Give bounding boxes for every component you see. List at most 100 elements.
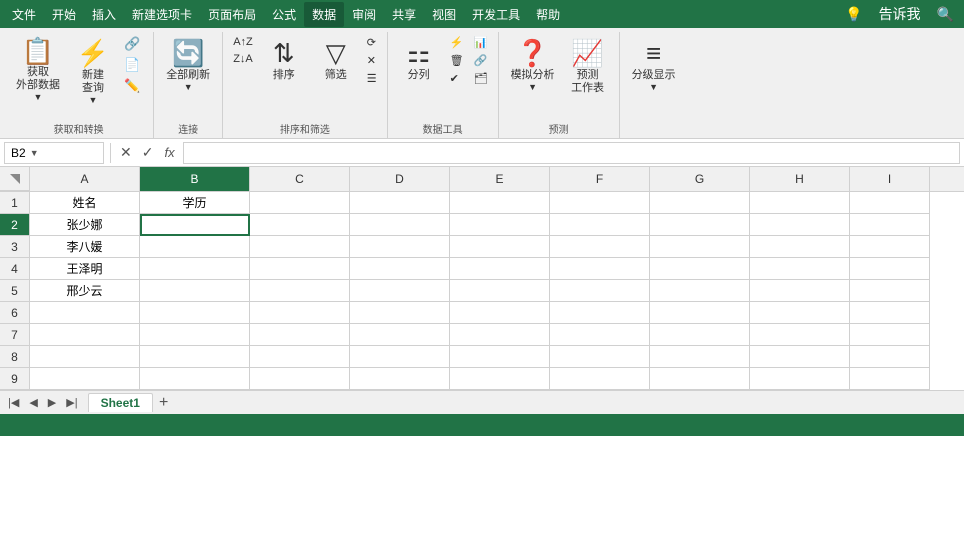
connections-button[interactable]: 🔗 bbox=[120, 34, 147, 54]
row-header-1[interactable]: 1 bbox=[0, 192, 30, 214]
cell-H4[interactable] bbox=[750, 258, 850, 280]
formula-confirm-icon[interactable]: ✓ bbox=[139, 144, 157, 161]
col-header-e[interactable]: E bbox=[450, 167, 550, 191]
cell-I5[interactable] bbox=[850, 280, 930, 302]
cell-E3[interactable] bbox=[450, 236, 550, 258]
cell-G7[interactable] bbox=[650, 324, 750, 346]
cell-I4[interactable] bbox=[850, 258, 930, 280]
menu-item-file[interactable]: 文件 bbox=[4, 2, 44, 27]
cell-B5[interactable] bbox=[140, 280, 250, 302]
menu-item-insert[interactable]: 插入 bbox=[84, 2, 124, 27]
menu-item-newtab[interactable]: 新建选项卡 bbox=[124, 2, 200, 27]
flashfill-button[interactable]: ⚡ bbox=[446, 34, 468, 51]
cell-A6[interactable] bbox=[30, 302, 140, 324]
cell-A2[interactable]: 张少娜 bbox=[30, 214, 140, 236]
menu-item-pagelayout[interactable]: 页面布局 bbox=[200, 2, 264, 27]
cell-D7[interactable] bbox=[350, 324, 450, 346]
cell-E9[interactable] bbox=[450, 368, 550, 390]
cell-E4[interactable] bbox=[450, 258, 550, 280]
relationships-button[interactable]: 🔗 bbox=[470, 52, 492, 69]
cell-A3[interactable]: 李八媛 bbox=[30, 236, 140, 258]
search-icon[interactable]: 🔍 bbox=[931, 4, 960, 25]
remove-dup-button[interactable]: 🗑 bbox=[446, 52, 468, 69]
cell-H5[interactable] bbox=[750, 280, 850, 302]
sort-za-button[interactable]: Z↓A bbox=[229, 51, 257, 67]
cell-I3[interactable] bbox=[850, 236, 930, 258]
tell-me-label[interactable]: 告诉我 bbox=[873, 2, 927, 26]
cell-D2[interactable] bbox=[350, 214, 450, 236]
cell-C7[interactable] bbox=[250, 324, 350, 346]
cell-G5[interactable] bbox=[650, 280, 750, 302]
row-header-6[interactable]: 6 bbox=[0, 302, 30, 324]
cell-I2[interactable] bbox=[850, 214, 930, 236]
new-query-button[interactable]: ⚡ 新建查询 ▼ bbox=[68, 34, 118, 109]
cell-F1[interactable] bbox=[550, 192, 650, 214]
cell-C2[interactable] bbox=[250, 214, 350, 236]
cell-E6[interactable] bbox=[450, 302, 550, 324]
col-header-a[interactable]: A bbox=[30, 167, 140, 191]
cell-D9[interactable] bbox=[350, 368, 450, 390]
cell-G4[interactable] bbox=[650, 258, 750, 280]
refresh-all-button[interactable]: 🔄 全部刷新 ▼ bbox=[160, 34, 216, 96]
cell-I1[interactable] bbox=[850, 192, 930, 214]
cell-E2[interactable] bbox=[450, 214, 550, 236]
filter-button[interactable]: ▽ 筛选 bbox=[311, 34, 361, 86]
cell-H6[interactable] bbox=[750, 302, 850, 324]
cell-D8[interactable] bbox=[350, 346, 450, 368]
get-external-data-button[interactable]: 📋 获取外部数据 ▼ bbox=[10, 34, 66, 106]
col-header-b[interactable]: B bbox=[140, 167, 250, 191]
sheet-nav-first-button[interactable]: |◀ bbox=[4, 394, 23, 411]
menu-item-devtools[interactable]: 开发工具 bbox=[464, 2, 528, 27]
cell-E1[interactable] bbox=[450, 192, 550, 214]
cell-A8[interactable] bbox=[30, 346, 140, 368]
cell-H9[interactable] bbox=[750, 368, 850, 390]
cell-C4[interactable] bbox=[250, 258, 350, 280]
row-header-9[interactable]: 9 bbox=[0, 368, 30, 390]
menu-item-help[interactable]: 帮助 bbox=[528, 2, 568, 27]
clear-button[interactable]: ✕ bbox=[363, 52, 381, 69]
cell-B9[interactable] bbox=[140, 368, 250, 390]
cell-F5[interactable] bbox=[550, 280, 650, 302]
manage-model-button[interactable]: 🗂 bbox=[470, 70, 492, 87]
cell-H2[interactable] bbox=[750, 214, 850, 236]
forecast-sheet-button[interactable]: 📈 预测工作表 bbox=[563, 34, 613, 99]
menu-item-view[interactable]: 视图 bbox=[424, 2, 464, 27]
cell-E7[interactable] bbox=[450, 324, 550, 346]
name-box[interactable]: B2 ▼ bbox=[4, 142, 104, 164]
cell-A5[interactable]: 邢少云 bbox=[30, 280, 140, 302]
cell-F3[interactable] bbox=[550, 236, 650, 258]
cell-A4[interactable]: 王泽明 bbox=[30, 258, 140, 280]
menu-item-review[interactable]: 审阅 bbox=[344, 2, 384, 27]
cell-D3[interactable] bbox=[350, 236, 450, 258]
col-header-d[interactable]: D bbox=[350, 167, 450, 191]
cell-B6[interactable] bbox=[140, 302, 250, 324]
cell-C6[interactable] bbox=[250, 302, 350, 324]
split-column-button[interactable]: ⚏ 分列 bbox=[394, 34, 444, 86]
cell-C1[interactable] bbox=[250, 192, 350, 214]
cell-H7[interactable] bbox=[750, 324, 850, 346]
whatif-button[interactable]: ❓ 模拟分析 ▼ bbox=[505, 34, 561, 96]
menu-item-data[interactable]: 数据 bbox=[304, 2, 344, 27]
row-header-7[interactable]: 7 bbox=[0, 324, 30, 346]
formula-input[interactable] bbox=[183, 142, 960, 164]
cell-F8[interactable] bbox=[550, 346, 650, 368]
menu-item-formula[interactable]: 公式 bbox=[264, 2, 304, 27]
row-header-3[interactable]: 3 bbox=[0, 236, 30, 258]
sort-button[interactable]: ⇅ 排序 bbox=[259, 34, 309, 86]
cell-B1[interactable]: 学历 bbox=[140, 192, 250, 214]
cell-B7[interactable] bbox=[140, 324, 250, 346]
cell-F9[interactable] bbox=[550, 368, 650, 390]
row-header-2[interactable]: 2 bbox=[0, 214, 30, 236]
cell-I9[interactable] bbox=[850, 368, 930, 390]
menu-item-share[interactable]: 共享 bbox=[384, 2, 424, 27]
select-all-button[interactable] bbox=[0, 167, 30, 191]
cell-E8[interactable] bbox=[450, 346, 550, 368]
advanced-button[interactable]: ☰ bbox=[363, 70, 381, 87]
cell-B8[interactable] bbox=[140, 346, 250, 368]
cell-C8[interactable] bbox=[250, 346, 350, 368]
col-header-f[interactable]: F bbox=[550, 167, 650, 191]
sheet-nav-prev-button[interactable]: ◀ bbox=[25, 394, 41, 411]
add-sheet-button[interactable]: + bbox=[159, 394, 168, 412]
cell-F4[interactable] bbox=[550, 258, 650, 280]
cell-A7[interactable] bbox=[30, 324, 140, 346]
